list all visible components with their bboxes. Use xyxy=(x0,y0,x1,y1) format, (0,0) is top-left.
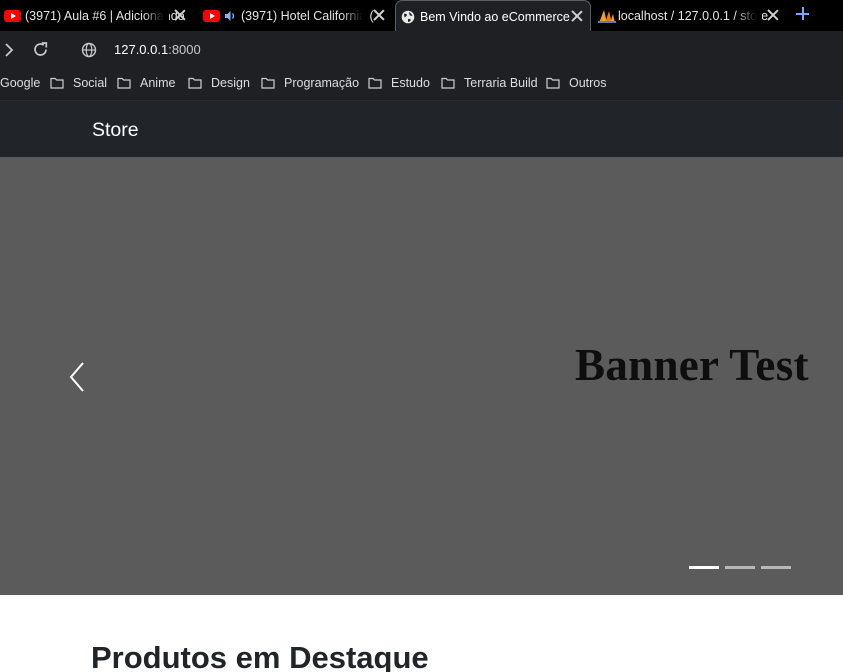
banner-carousel: Banner Test xyxy=(0,157,843,595)
bookmark-label: Design xyxy=(211,76,250,90)
bookmark-google[interactable]: Google xyxy=(0,76,40,90)
carousel-indicator-1[interactable] xyxy=(689,566,719,569)
bookmark-label: Programação xyxy=(284,76,360,90)
folder-icon xyxy=(188,77,202,89)
carousel-indicators xyxy=(689,566,797,569)
banner-slide-text: Banner Test xyxy=(575,340,809,390)
folder-icon xyxy=(368,77,382,89)
bookmark-label: Terraria Build xyxy=(464,76,538,90)
bookmark-folder-programacao[interactable]: Programação xyxy=(261,76,359,90)
bookmark-folder-terraria-build[interactable]: Terraria Build xyxy=(441,76,538,90)
phpmyadmin-icon xyxy=(598,9,616,23)
bookmark-label: Estudo xyxy=(391,76,430,90)
site-info-icon[interactable] xyxy=(79,40,99,60)
store-navbar: Store xyxy=(0,101,843,157)
bookmark-label: Anime xyxy=(140,76,176,90)
featured-products-heading: Produtos em Destaque xyxy=(91,640,429,672)
folder-icon xyxy=(546,77,560,89)
chevron-left-icon xyxy=(69,362,84,392)
url-field[interactable]: 127.0.0.1:8000 xyxy=(114,42,201,57)
tab-ecommerce[interactable]: Bem Vindo ao eCommerce xyxy=(395,0,591,32)
close-tab-icon[interactable] xyxy=(372,8,386,22)
bookmark-label: Google xyxy=(0,76,41,90)
tab-title: Bem Vindo ao eCommerce xyxy=(420,9,570,24)
youtube-icon xyxy=(203,9,220,22)
folder-icon xyxy=(50,77,64,89)
brand-link[interactable]: Store xyxy=(92,119,139,142)
carousel-indicator-3[interactable] xyxy=(761,566,791,569)
folder-icon xyxy=(117,77,131,89)
tab-strip: (3971) Aula #6 | Adicionando (3971) Hote… xyxy=(0,0,843,32)
bookmark-label: Outros xyxy=(569,76,607,90)
globe-icon xyxy=(401,10,415,23)
close-tab-icon[interactable] xyxy=(570,9,584,23)
new-tab-icon[interactable] xyxy=(795,6,811,22)
bookmark-folder-anime[interactable]: Anime xyxy=(117,76,175,90)
tab-phpmyadmin[interactable]: localhost / 127.0.0.1 / store xyxy=(596,0,786,31)
carousel-indicator-2[interactable] xyxy=(725,566,755,569)
address-bar: 127.0.0.1:8000 xyxy=(0,31,843,69)
tab-hotel-california[interactable]: (3971) Hotel California ( xyxy=(200,0,392,31)
forward-icon[interactable] xyxy=(0,40,20,60)
url-host: 127.0.0.1 xyxy=(114,42,169,57)
tab-aula[interactable]: (3971) Aula #6 | Adicionando xyxy=(0,0,193,31)
close-tab-icon[interactable] xyxy=(766,8,780,22)
bookmark-folder-social[interactable]: Social xyxy=(50,76,107,90)
bookmark-label: Social xyxy=(73,76,108,90)
url-port: :8000 xyxy=(168,42,201,57)
bookmarks-bar: Google Social Anime Design Programação E… xyxy=(0,69,843,101)
audio-playing-icon[interactable] xyxy=(224,10,237,22)
reload-icon[interactable] xyxy=(31,40,51,60)
youtube-icon xyxy=(4,9,21,22)
carousel-prev-button[interactable] xyxy=(62,355,92,399)
close-tab-icon[interactable] xyxy=(173,8,187,22)
folder-icon xyxy=(261,77,275,89)
folder-icon xyxy=(441,77,455,89)
bookmark-folder-design[interactable]: Design xyxy=(188,76,250,90)
bookmark-folder-outros[interactable]: Outros xyxy=(546,76,607,90)
bookmark-folder-estudo[interactable]: Estudo xyxy=(368,76,430,90)
